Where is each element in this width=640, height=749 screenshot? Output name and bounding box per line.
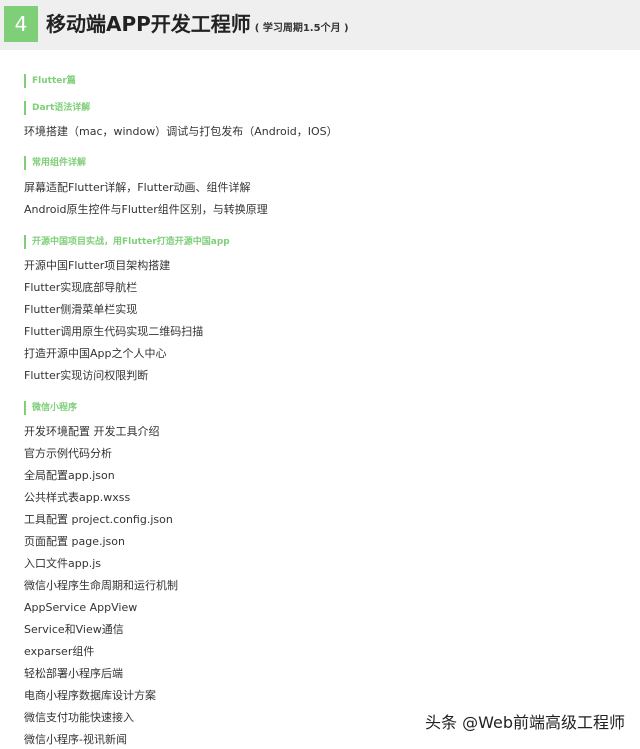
list-item: 工具配置 project.config.json bbox=[24, 513, 173, 526]
list-item: Flutter实现访问权限判断 bbox=[24, 369, 149, 382]
list-item: 公共样式表app.wxss bbox=[24, 491, 131, 504]
section-heading-widgets: 常用组件详解 bbox=[24, 156, 86, 170]
list-item: Flutter调用原生代码实现二维码扫描 bbox=[24, 325, 204, 338]
list-item: 官方示例代码分析 bbox=[24, 447, 112, 460]
list-item: 全局配置app.json bbox=[24, 469, 115, 482]
list-item: exparser组件 bbox=[24, 645, 95, 658]
list-item: Android原生控件与Flutter组件区别，与转换原理 bbox=[24, 203, 268, 216]
list-item: AppService AppView bbox=[24, 601, 138, 614]
list-item: 开源中国Flutter项目架构搭建 bbox=[24, 259, 171, 272]
list-item: 环境搭建（mac，window）调试与打包发布（Android，IOS） bbox=[24, 125, 338, 138]
course-outline: Flutter篇 Dart语法详解 环境搭建（mac，window）调试与打包发… bbox=[0, 50, 640, 749]
list-item: 电商小程序数据库设计方案 bbox=[24, 689, 156, 702]
list-item: 微信支付功能快速接入 bbox=[24, 711, 134, 724]
section-heading-oschina: 开源中国项目实战，用Flutter打造开源中国app bbox=[24, 235, 230, 249]
list-item: 开发环境配置 开发工具介绍 bbox=[24, 425, 160, 438]
list-item: Flutter实现底部导航栏 bbox=[24, 281, 138, 294]
section-number-badge: 4 bbox=[4, 6, 38, 42]
list-item: 打造开源中国App之个人中心 bbox=[24, 347, 167, 360]
list-item: 轻松部署小程序后端 bbox=[24, 667, 123, 680]
section-heading-flutter: Flutter篇 bbox=[24, 74, 76, 88]
list-item: 屏幕适配Flutter详解，Flutter动画、组件详解 bbox=[24, 181, 251, 194]
list-item: 微信小程序-视讯新闻 bbox=[24, 733, 127, 746]
list-item: Service和View通信 bbox=[24, 623, 124, 636]
list-item: Flutter侧滑菜单栏实现 bbox=[24, 303, 138, 316]
section-heading-dart: Dart语法详解 bbox=[24, 101, 90, 115]
section-heading-wechat: 微信小程序 bbox=[24, 401, 77, 415]
list-item: 微信小程序生命周期和运行机制 bbox=[24, 579, 178, 592]
watermark: 头条 @Web前端高级工程师 bbox=[425, 713, 625, 732]
list-item: 入口文件app.js bbox=[24, 557, 101, 570]
page-header: 4 移动端APP开发工程师( 学习周期1.5个月 ) bbox=[0, 0, 640, 50]
page-title: 移动端APP开发工程师( 学习周期1.5个月 ) bbox=[46, 9, 349, 44]
list-item: 页面配置 page.json bbox=[24, 535, 125, 548]
study-period: ( 学习周期1.5个月 ) bbox=[254, 23, 349, 34]
page-title-text: 移动端APP开发工程师 bbox=[46, 12, 251, 36]
